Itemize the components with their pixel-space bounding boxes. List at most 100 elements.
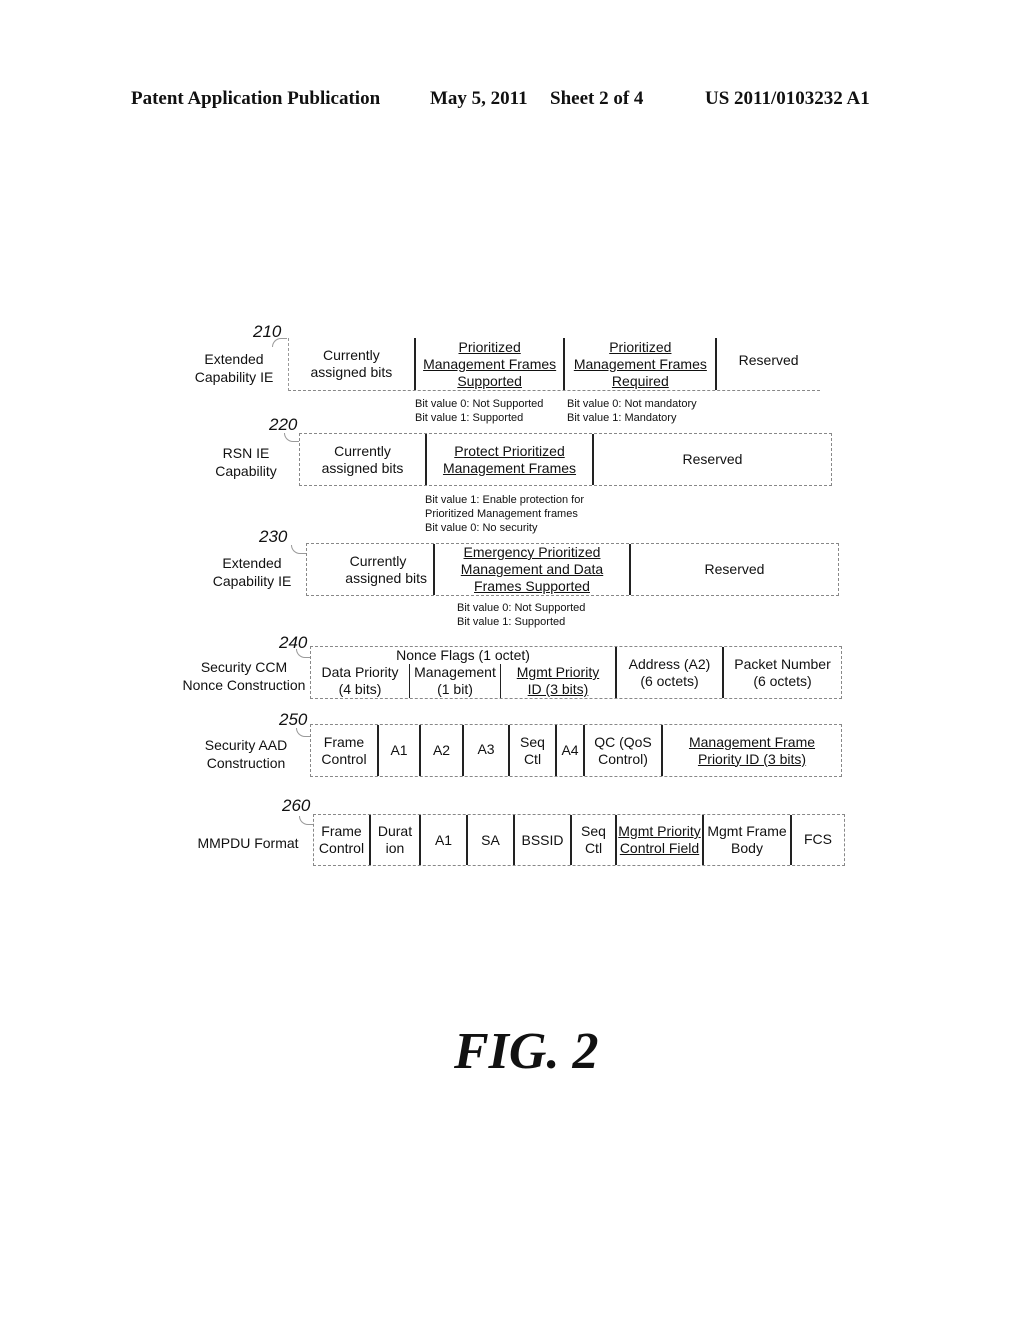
label-line: Capability: [215, 463, 277, 479]
field-cell: Currently assigned bits: [307, 544, 435, 595]
cell-text: Required: [611, 372, 669, 389]
field-cell-duration: Durat ion: [371, 815, 421, 865]
field-cell-fcs: FCS: [792, 815, 844, 865]
cell-text: Mgmt Priority: [516, 664, 600, 680]
reference-numeral-260: 260: [282, 796, 311, 815]
publication-date: May 5, 2011: [430, 88, 528, 109]
cell-text: Prioritized: [458, 338, 521, 355]
field-cell-reserved: Reserved: [631, 544, 838, 595]
row-label-230: Extended Capability IE: [204, 554, 300, 590]
bit-note-protect-pmf: Bit value 1: Enable protection for Prior…: [425, 493, 584, 535]
cell-text: Supported: [457, 372, 522, 389]
label-line: Extended: [204, 351, 264, 367]
field-cell-frame-control: Frame Control: [314, 815, 371, 865]
cell-text: A4: [561, 742, 579, 758]
leader-line-260: [299, 816, 314, 825]
label-line: Construction: [206, 755, 286, 771]
field-cell: Currently assigned bits: [289, 338, 416, 390]
cell-text: Reserved: [682, 451, 743, 467]
field-cell-a4: A4: [557, 725, 585, 776]
field-cell-emergency-pmf: Emergency Prioritized Management and Dat…: [435, 544, 631, 595]
reference-numeral-250: 250: [279, 710, 308, 729]
cell-text: Management Frames: [573, 355, 707, 372]
cell-text: (6 octets): [753, 672, 812, 689]
cell-text: Management and Data: [460, 561, 604, 577]
cell-text: Body: [731, 840, 763, 856]
cell-text: QC (QoS: [594, 733, 652, 750]
cell-text: Priority ID (3 bits): [697, 750, 807, 767]
field-cell-a1: A1: [421, 815, 468, 865]
note-line: Bit value 0: Not mandatory: [567, 398, 697, 410]
cell-text: Durat: [377, 823, 413, 839]
cell-text: (4 bits): [338, 681, 382, 697]
leader-line-220: [284, 433, 299, 442]
cell-text: Currently: [322, 347, 380, 363]
cell-text: Control: [321, 750, 367, 767]
cell-text: Control Field: [619, 840, 700, 856]
field-cell-management: Management (1 bit): [410, 664, 501, 698]
cell-text: (1 bit): [437, 681, 473, 697]
cell-text: Management Frames: [423, 355, 557, 372]
field-cell-data-priority: Data Priority (4 bits): [311, 664, 410, 698]
cell-text: Currently: [334, 442, 391, 459]
cell-text: Mgmt Priority: [618, 823, 701, 839]
cell-text: ID (3 bits): [527, 681, 589, 697]
field-cell-a2: A2: [421, 725, 464, 776]
bit-note-pmf-required: Bit value 0: Not mandatory Bit value 1: …: [567, 397, 697, 425]
cell-text: Management Frame: [688, 733, 816, 750]
cell-text: A2: [432, 742, 451, 758]
cell-text: Seq: [520, 733, 545, 750]
nonce-flags-subfields: Data Priority (4 bits) Management (1 bit…: [311, 664, 615, 698]
cell-text: ion: [385, 840, 405, 856]
field-cell-a3: A3: [464, 725, 510, 776]
field-table-240: Nonce Flags (1 octet) Data Priority (4 b…: [310, 646, 842, 699]
cell-text: A1: [390, 742, 408, 758]
row-label-220: RSN IE Capability: [198, 444, 294, 480]
field-cell-protect-pmf: Protect Prioritized Management Frames: [427, 434, 594, 485]
label-line: Security CCM: [200, 659, 288, 675]
figure-label: FIG. 2: [454, 1023, 599, 1080]
note-line: Bit value 0: No security: [425, 522, 538, 534]
row-label-260: MMPDU Format: [190, 834, 306, 852]
patent-number: US 2011/0103232 A1: [705, 88, 870, 109]
field-cell-mgmt-frame-body: Mgmt Frame Body: [704, 815, 792, 865]
reference-numeral-230: 230: [259, 527, 288, 546]
cell-text: Frame: [321, 823, 362, 839]
cell-text: Control: [318, 840, 365, 856]
cell-text: Address (A2): [628, 655, 711, 672]
leader-line-250: [296, 728, 311, 737]
cell-text: Seq: [581, 823, 606, 839]
cell-text: Packet Number: [734, 655, 831, 672]
label-line: Nonce Construction: [182, 677, 306, 693]
cell-text: Management Frames: [442, 459, 577, 476]
field-cell-reserved: Reserved: [594, 434, 831, 485]
cell-text: Mgmt Frame: [707, 823, 787, 839]
field-table-260: Frame Control Durat ion A1 SA BSSID Seq …: [313, 814, 845, 866]
label-line: Security AAD: [204, 737, 288, 753]
field-cell-qos-control: QC (QoS Control): [585, 725, 663, 776]
field-cell: Currently assigned bits: [300, 434, 427, 485]
reference-numeral-220: 220: [269, 415, 298, 434]
field-cell-sa: SA: [468, 815, 515, 865]
cell-text: assigned bits: [310, 364, 393, 380]
field-cell-seq-ctl: Seq Ctl: [572, 815, 617, 865]
label-line: Capability IE: [212, 573, 292, 589]
row-label-250: Security AAD Construction: [196, 736, 296, 772]
cell-text: Ctl: [523, 750, 542, 767]
field-cell-pmf-required: Prioritized Management Frames Required: [565, 338, 718, 390]
cell-text: (6 octets): [640, 672, 699, 689]
field-cell-pmf-supported: Prioritized Management Frames Supported: [416, 338, 566, 390]
field-cell-mgmt-priority-control: Mgmt Priority Control Field: [617, 815, 704, 865]
cell-text: Protect Prioritized: [454, 442, 565, 459]
cell-text: Prioritized: [609, 338, 672, 355]
leader-line-240: [296, 649, 311, 658]
cell-text: SA: [481, 832, 500, 848]
cell-text: Currently: [349, 552, 407, 569]
cell-text: Ctl: [584, 840, 603, 856]
field-cell-reserved: Reserved: [717, 338, 820, 390]
bit-note-emergency-pmf: Bit value 0: Not Supported Bit value 1: …: [457, 601, 585, 629]
note-line: Bit value 0: Not Supported: [415, 398, 544, 410]
label-line: RSN IE: [222, 445, 270, 461]
cell-text: Management: [414, 664, 496, 680]
field-cell-address-a2: Address (A2) (6 octets): [617, 647, 724, 698]
